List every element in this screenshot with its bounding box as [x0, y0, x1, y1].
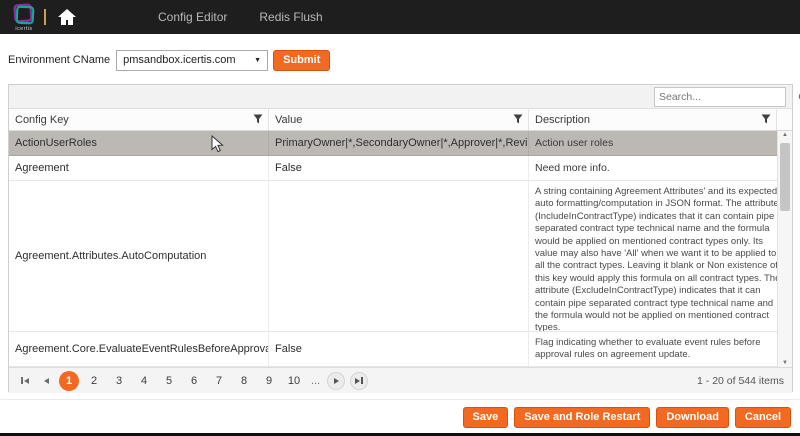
logo-label: icertis [11, 26, 37, 32]
page-ellipsis: ... [309, 375, 322, 387]
config-key-cell: Agreement.Core.EvaluateEventRulesBeforeA… [9, 332, 269, 366]
vertical-scrollbar[interactable]: ▲ ▼ [777, 131, 792, 367]
environment-row: Environment CName pmsandbox.icertis.com … [8, 49, 330, 71]
first-page-icon [21, 377, 23, 384]
cancel-button[interactable]: Cancel [735, 407, 791, 428]
header-scrollbar-spacer [777, 109, 792, 130]
pager-items-count: 1 - 20 of 544 items [697, 375, 784, 387]
nav-item-redis-flush[interactable]: Redis Flush [259, 10, 322, 24]
icertis-logo-icon [11, 3, 37, 27]
save-button[interactable]: Save [463, 407, 509, 428]
description-cell: Action user roles [529, 131, 792, 155]
prev-page-button[interactable] [38, 373, 54, 389]
content-divider [0, 399, 800, 400]
value-cell: PrimaryOwner|*,SecondaryOwner|*,Approver… [269, 131, 529, 155]
table-row[interactable]: Agreement.Attributes.AutoComputation A s… [9, 181, 792, 332]
download-button[interactable]: Download [656, 407, 729, 428]
home-icon [57, 8, 77, 26]
last-page-button[interactable] [350, 372, 368, 390]
nav-separator [44, 9, 46, 25]
environment-cname-selected-value: pmsandbox.icertis.com [117, 54, 248, 66]
next-page-icon [334, 378, 339, 384]
environment-cname-select[interactable]: pmsandbox.icertis.com ▼ [116, 50, 268, 71]
scroll-up-icon[interactable]: ▲ [778, 132, 792, 138]
first-page-button[interactable] [17, 373, 33, 389]
value-cell: False [269, 332, 529, 366]
dropdown-caret-icon: ▼ [248, 57, 267, 64]
value-cell: False [269, 156, 529, 180]
column-header-value[interactable]: Value [269, 109, 529, 130]
table-row[interactable]: Agreement.Core.EvaluateEventRulesBeforeA… [9, 332, 792, 367]
nav-menu: Config Editor Redis Flush [158, 0, 323, 34]
description-cell: Need more info. [529, 156, 792, 180]
next-page-button[interactable] [327, 372, 345, 390]
filter-icon[interactable] [761, 114, 771, 128]
page-button-1[interactable]: 1 [59, 371, 79, 391]
column-header-label: Value [275, 114, 302, 126]
scrollbar-thumb[interactable] [780, 143, 790, 211]
table-row[interactable]: Agreement False Need more info. [9, 156, 792, 181]
filter-icon[interactable] [253, 114, 263, 128]
page-button-2[interactable]: 2 [84, 371, 104, 391]
scroll-down-icon[interactable]: ▼ [778, 360, 792, 366]
description-cell: A string containing Agreement Attributes… [529, 181, 792, 331]
top-navbar: icertis Config Editor Redis Flush [0, 0, 800, 34]
nav-item-config-editor[interactable]: Config Editor [158, 10, 227, 24]
page-button-7[interactable]: 7 [209, 371, 229, 391]
column-header-label: Config Key [15, 114, 69, 126]
page-button-5[interactable]: 5 [159, 371, 179, 391]
prev-page-icon [44, 378, 49, 384]
home-button[interactable] [57, 8, 77, 26]
page-button-8[interactable]: 8 [234, 371, 254, 391]
description-cell: Flag indicating whether to evaluate even… [529, 332, 792, 366]
icertis-logo: icertis [11, 3, 37, 31]
grid-header: Config Key Value Description [9, 109, 792, 131]
page-button-4[interactable]: 4 [134, 371, 154, 391]
save-and-role-restart-button[interactable]: Save and Role Restart [514, 407, 650, 428]
filter-icon[interactable] [513, 114, 523, 128]
page-button-6[interactable]: 6 [184, 371, 204, 391]
environment-cname-label: Environment CName [8, 54, 110, 66]
config-key-cell: Agreement.Attributes.AutoComputation [9, 181, 269, 331]
page-button-9[interactable]: 9 [259, 371, 279, 391]
search-box [654, 87, 786, 107]
config-key-cell: ActionUserRoles [9, 131, 269, 155]
column-header-description[interactable]: Description [529, 109, 777, 130]
config-grid: Config Key Value Description ActionUserR… [8, 84, 793, 392]
grid-pagination: 1 2 3 4 5 6 7 8 9 10 ... 1 - 20 of 544 i… [9, 367, 792, 393]
grid-toolbar [9, 85, 792, 109]
footer-actions: Save Save and Role Restart Download Canc… [463, 407, 792, 428]
config-key-cell: Agreement [9, 156, 269, 180]
column-header-config-key[interactable]: Config Key [9, 109, 269, 130]
column-header-label: Description [535, 114, 590, 126]
last-page-icon [355, 378, 360, 384]
table-row[interactable]: ActionUserRoles PrimaryOwner|*,Secondary… [9, 131, 792, 156]
search-input[interactable] [655, 91, 798, 103]
grid-body: ActionUserRoles PrimaryOwner|*,Secondary… [9, 131, 792, 367]
value-cell [269, 181, 529, 331]
page-button-3[interactable]: 3 [109, 371, 129, 391]
submit-button[interactable]: Submit [273, 50, 330, 71]
page-button-10[interactable]: 10 [284, 371, 304, 391]
